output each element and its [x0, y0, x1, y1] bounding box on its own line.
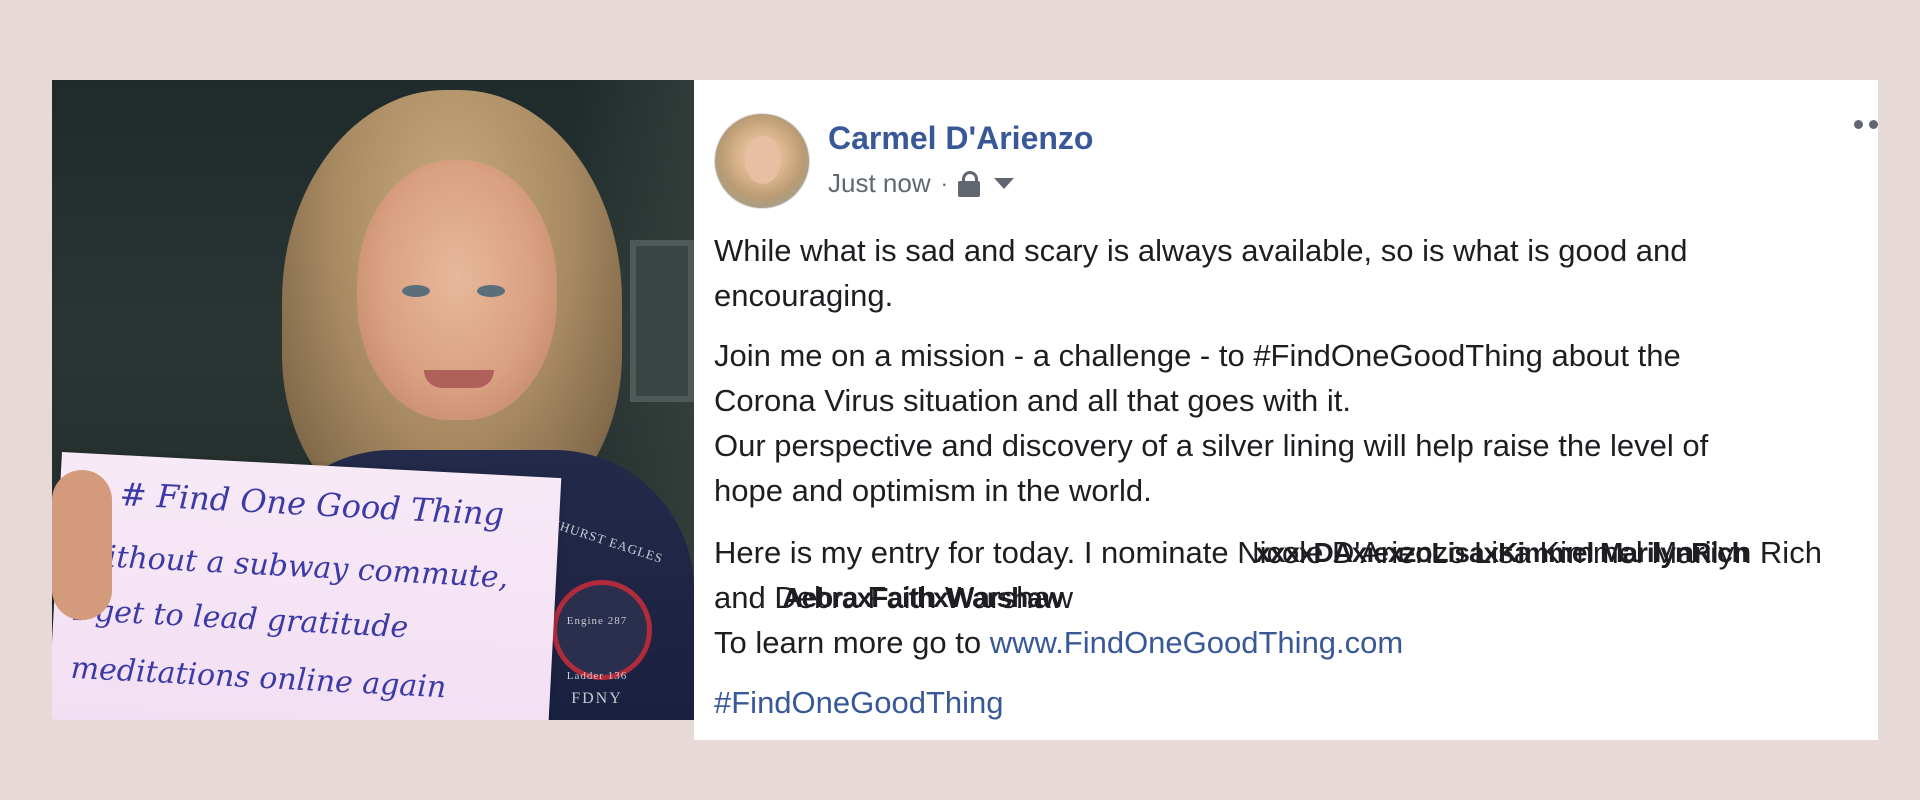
learn-more-line: To learn more go to www.FindOneGoodThing…	[714, 620, 1878, 665]
post-text-line: Our perspective and discovery of a silve…	[714, 428, 1709, 463]
sign-line: meditations online again	[69, 650, 448, 706]
hashtag-link[interactable]: #FindOneGoodThing	[714, 680, 1878, 725]
nominate-line: Here is my entry for today. I nominate N…	[714, 530, 1878, 575]
author-avatar[interactable]	[714, 113, 810, 209]
handwritten-sign: # Find One Good Thing Without a subway c…	[52, 452, 562, 720]
post-text-line: Corona Virus situation and all that goes…	[714, 383, 1352, 418]
person-mouth	[424, 370, 494, 388]
nominate-prefix: Here is my entry for today. I nominate	[714, 535, 1238, 570]
avatar-face	[745, 136, 781, 184]
nominee-tag[interactable]: Debra Faith Warshaw AebraxFaithxWarshaw	[774, 575, 1073, 620]
post-card: Carmel D'Arienzo Just now · While what i…	[694, 80, 1878, 740]
person-hand	[52, 470, 112, 620]
sign-line: Without a subway commute,	[75, 537, 510, 596]
nominee-overlay: AebraxFaithxWarshaw	[782, 582, 1063, 613]
learn-prefix: To learn more go to	[714, 625, 990, 660]
lock-icon	[957, 170, 980, 197]
wall-frame	[630, 240, 694, 402]
chevron-down-icon[interactable]	[993, 178, 1014, 189]
post-timestamp[interactable]: Just now	[828, 168, 931, 199]
sign-line: # Find One Good Thing	[118, 475, 506, 534]
nominee-overlay: xxxxDAxiexzoLisaxKimmel MarilynRich	[1255, 537, 1749, 568]
website-link[interactable]: www.FindOneGoodThing.com	[990, 625, 1404, 660]
nominee-tags[interactable]: Nicole D'Arienzo Lisa Kimmel Marilyn Ric…	[1237, 530, 1822, 575]
post-photo[interactable]: ELMHURST EAGLES Engine 287 Ladder 136 FD…	[52, 80, 694, 720]
post-text-line: While what is sad and scary is always av…	[714, 233, 1688, 268]
person-eye	[477, 285, 505, 297]
more-icon[interactable]	[1848, 120, 1878, 130]
meta-separator: ·	[940, 170, 948, 196]
patch-emblem	[552, 580, 652, 680]
person-eye	[402, 285, 430, 297]
post-text-line: encouraging.	[714, 278, 894, 313]
sign-line: I get to lead gratitude	[72, 592, 410, 646]
nominate-line-2: and Debra Faith Warshaw AebraxFaithxWarsh…	[714, 575, 1878, 620]
and-prefix: and	[714, 580, 775, 615]
author-name[interactable]: Carmel D'Arienzo	[828, 120, 1093, 157]
post-text-line: hope and optimism in the world.	[714, 473, 1152, 508]
post-meta: Just now ·	[828, 168, 1014, 199]
post-text-line: Join me on a mission - a challenge - to …	[714, 338, 1681, 373]
